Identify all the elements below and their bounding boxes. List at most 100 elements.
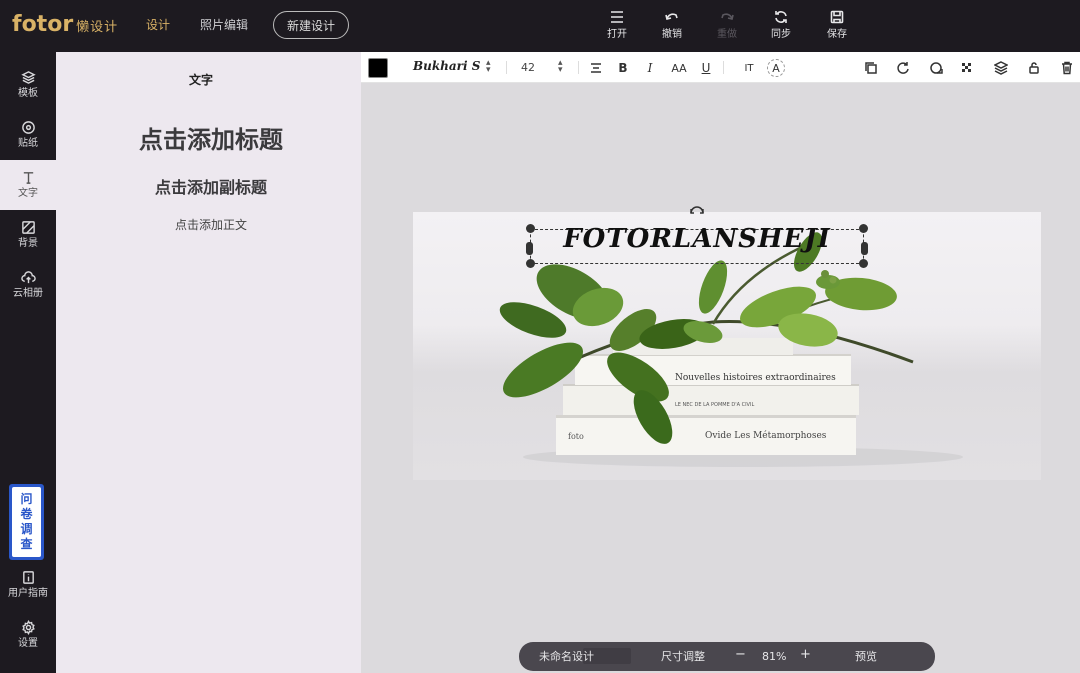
- settings-button[interactable]: 设置: [0, 610, 56, 660]
- top-bar: fotor 懒设计 设计 照片编辑 新建设计 打开 撤销 重做 同步 保存: [0, 0, 1080, 52]
- canvas-headline-text[interactable]: FOTORLANSHEJI: [530, 224, 864, 254]
- nav-photo-edit[interactable]: 照片编辑: [200, 17, 248, 33]
- font-family-select[interactable]: Bukhari S: [413, 59, 480, 73]
- italic-button[interactable]: I: [641, 59, 659, 77]
- svg-text:foto: foto: [568, 432, 584, 441]
- info-icon: [22, 571, 34, 584]
- preview-button[interactable]: 预览: [855, 650, 877, 663]
- save-icon: [830, 10, 844, 24]
- letter-case-icon: AA: [671, 61, 687, 75]
- sidebar-item-stickers[interactable]: 贴纸: [0, 110, 56, 160]
- layer-order-button[interactable]: [992, 59, 1010, 77]
- add-heading-option[interactable]: 点击添加标题: [56, 120, 366, 155]
- delete-button[interactable]: [1058, 59, 1076, 77]
- line-spacing-button[interactable]: IT: [740, 59, 758, 77]
- user-guide-button[interactable]: 用户指南: [0, 560, 56, 610]
- resize-handle-bottom-left[interactable]: [526, 259, 535, 268]
- sidebar-item-label: 模板: [18, 88, 38, 99]
- survey-label: 问卷调查: [20, 492, 33, 551]
- settings-label: 设置: [18, 638, 38, 649]
- font-size-stepper-icon[interactable]: ▴ ▾: [558, 59, 563, 75]
- duplicate-button[interactable]: [862, 59, 880, 77]
- open-label: 打开: [607, 29, 627, 40]
- text-format-toolbar: Bukhari S ▴ ▾ 42 ▴ ▾ B I AA U IT A: [361, 52, 1080, 83]
- trash-icon: [1062, 61, 1072, 75]
- panel-title: 文字: [188, 73, 213, 87]
- line-spacing-icon: IT: [744, 62, 754, 74]
- rotate-icon: [897, 62, 909, 74]
- menu-icon: [611, 11, 623, 23]
- redo-label: 重做: [717, 29, 737, 40]
- underline-icon: U: [701, 61, 711, 75]
- sidebar-item-label: 文字: [18, 188, 38, 199]
- rotate-handle-icon[interactable]: [688, 205, 706, 215]
- sync-button[interactable]: 同步: [761, 9, 801, 45]
- undo-button[interactable]: 撤销: [652, 9, 692, 45]
- redo-icon: [721, 13, 734, 20]
- save-label: 保存: [827, 29, 847, 40]
- open-button[interactable]: 打开: [597, 9, 637, 45]
- sidebar-item-background[interactable]: 背景: [0, 210, 56, 260]
- add-subheading-option[interactable]: 点击添加副标题: [56, 174, 366, 198]
- sync-label: 同步: [771, 29, 791, 40]
- sidebar-item-label: 背景: [18, 238, 38, 249]
- design-name-input[interactable]: 未命名设计: [539, 650, 629, 663]
- layers-icon: [20, 71, 36, 84]
- bold-icon: B: [618, 61, 628, 75]
- lock-icon: [1029, 62, 1039, 74]
- book-title-3: Ovide Les Métamorphoses: [705, 430, 827, 441]
- left-sidebar: 模板 贴纸 文字 背景 云相册 问卷调查 用户指南 设置: [0, 52, 56, 673]
- undo-icon: [665, 13, 678, 20]
- sidebar-item-text[interactable]: 文字: [0, 160, 56, 210]
- logo-subtitle: 懒设计: [76, 20, 119, 35]
- gear-icon: [21, 620, 35, 635]
- text-icon: [23, 172, 33, 184]
- resize-button[interactable]: 尺寸调整: [661, 650, 705, 663]
- undo-label: 撤销: [662, 29, 682, 40]
- text-panel: 文字 点击添加标题 点击添加副标题 点击添加正文: [56, 52, 361, 673]
- add-body-text-option[interactable]: 点击添加正文: [56, 216, 366, 233]
- mask-button[interactable]: [927, 59, 945, 77]
- survey-button[interactable]: 问卷调查: [9, 484, 44, 560]
- underline-button[interactable]: U: [697, 59, 715, 77]
- sync-icon: [775, 11, 787, 23]
- book-title-2: LE NEC DE LA POMME D'A CIVIL: [675, 402, 754, 408]
- checkerboard-icon: [962, 63, 971, 72]
- font-size-input[interactable]: 42: [521, 61, 535, 74]
- copy-icon: [865, 62, 877, 74]
- bold-button[interactable]: B: [614, 59, 632, 77]
- app-logo[interactable]: fotor 懒设计: [12, 8, 118, 38]
- italic-icon: I: [647, 61, 653, 75]
- resize-handle-bottom-right[interactable]: [859, 259, 868, 268]
- align-button[interactable]: [587, 59, 605, 77]
- nav-design[interactable]: 设计: [146, 17, 170, 33]
- background-icon: [21, 221, 35, 234]
- zoom-level: 81%: [762, 650, 787, 663]
- shape-mask-icon: [930, 62, 943, 74]
- zoom-in-button[interactable]: +: [800, 648, 811, 661]
- text-effect-icon: A: [772, 61, 780, 75]
- text-effect-button[interactable]: A: [767, 59, 785, 77]
- redo-button[interactable]: 重做: [707, 9, 747, 45]
- new-design-button[interactable]: 新建设计: [273, 11, 349, 39]
- logo-wordmark: fotor: [12, 12, 74, 37]
- transparency-button[interactable]: [958, 59, 976, 77]
- font-family-stepper-icon[interactable]: ▴ ▾: [486, 59, 491, 75]
- sidebar-item-label: 云相册: [13, 288, 43, 299]
- book-title-1: Nouvelles histoires extraordinaires: [675, 373, 836, 383]
- cloud-upload-icon: [20, 271, 36, 284]
- rotate-button[interactable]: [894, 59, 912, 77]
- sidebar-item-label: 贴纸: [18, 138, 38, 149]
- bottom-bar: 未命名设计 尺寸调整 − 81% + 预览: [519, 642, 935, 671]
- layers-icon: [994, 61, 1008, 75]
- letter-case-button[interactable]: AA: [668, 59, 690, 77]
- sticker-icon: [21, 121, 35, 134]
- user-guide-label: 用户指南: [8, 588, 48, 599]
- save-button[interactable]: 保存: [817, 9, 857, 45]
- lock-button[interactable]: [1025, 59, 1043, 77]
- zoom-out-button[interactable]: −: [735, 648, 746, 661]
- align-center-icon: [591, 63, 601, 73]
- sidebar-item-cloud-album[interactable]: 云相册: [0, 260, 56, 310]
- text-color-picker[interactable]: [368, 58, 388, 78]
- sidebar-item-templates[interactable]: 模板: [0, 60, 56, 110]
